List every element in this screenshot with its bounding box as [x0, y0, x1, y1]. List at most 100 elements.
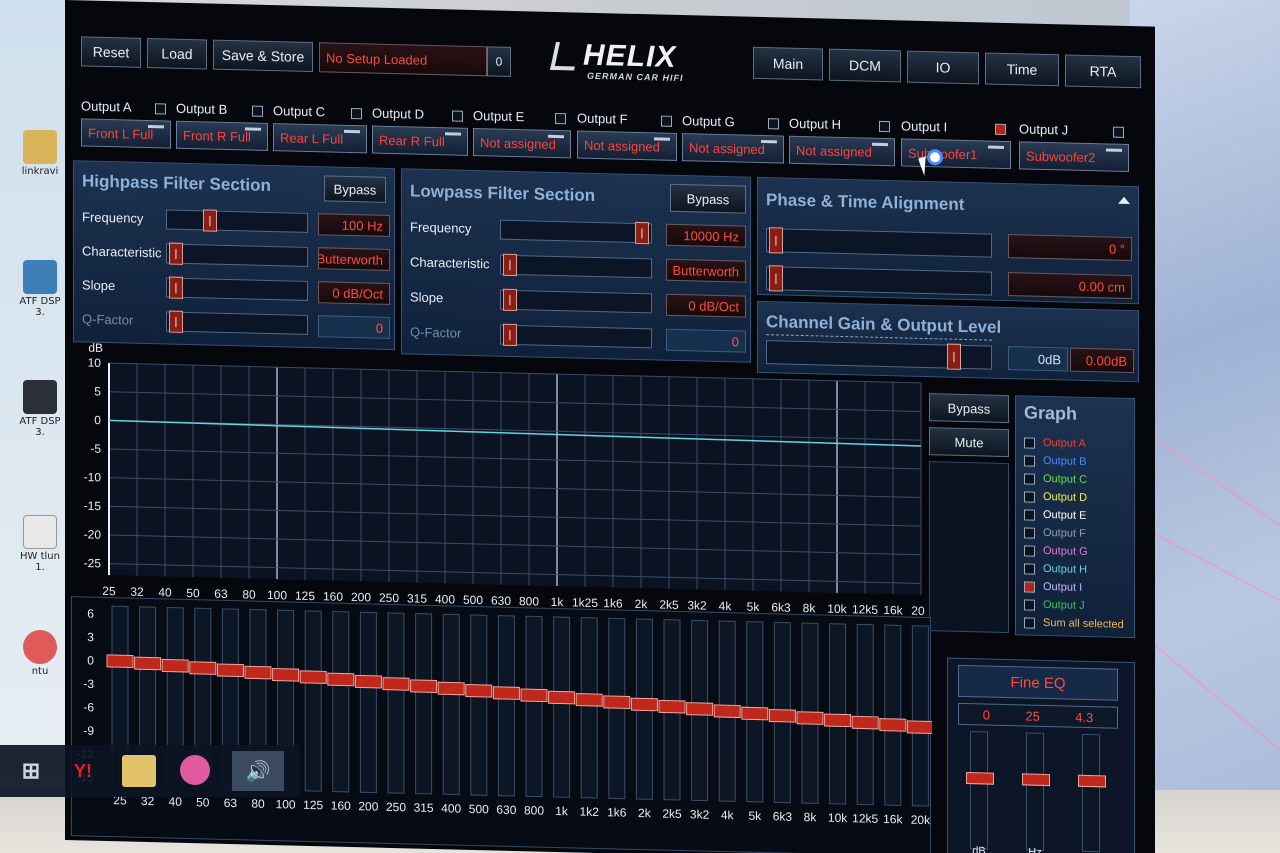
highpass-slope-slider[interactable]: ❘	[166, 276, 308, 301]
fine-eq-q-value[interactable]: 4.3	[1075, 709, 1093, 724]
desktop-icon-3[interactable]: ATF DSP 3.	[18, 380, 62, 438]
output-assignment-f[interactable]: Not assigned	[577, 130, 677, 161]
desktop-icon-2[interactable]: ATF DSP 3.	[18, 260, 62, 318]
nav-main-button[interactable]: Main	[753, 46, 823, 81]
eq-fader-track[interactable]	[332, 611, 350, 793]
eq-fader-knob[interactable]	[796, 711, 824, 725]
output-assignment-d[interactable]: Rear R Full	[372, 125, 468, 156]
eq-fader-knob[interactable]	[161, 658, 189, 673]
lowpass-qfactor-value[interactable]: 0	[666, 328, 746, 353]
eq-fader-track[interactable]	[442, 613, 460, 796]
desktop-icon-5[interactable]: ntu	[18, 630, 62, 677]
graph-bypass-button[interactable]: Bypass	[929, 393, 1009, 424]
eq-fader-knob[interactable]	[272, 668, 300, 682]
eq-fader-knob[interactable]	[824, 713, 852, 728]
eq-fader-track[interactable]	[497, 615, 515, 797]
output-checkbox-h[interactable]	[879, 120, 890, 133]
lowpass-qfactor-slider[interactable]: ❘	[500, 323, 652, 349]
output-checkbox-i[interactable]	[995, 123, 1006, 135]
collapse-arrow-icon[interactable]	[1118, 196, 1130, 205]
eq-fader-knob[interactable]	[768, 708, 796, 723]
output-checkbox-f[interactable]	[661, 115, 672, 127]
legend-checkbox[interactable]	[1024, 473, 1035, 485]
eq-fader-knob[interactable]	[548, 690, 576, 705]
slider-knob[interactable]: ❘	[635, 221, 649, 245]
slider-knob[interactable]: ❘	[503, 323, 517, 347]
phase-slider[interactable]: ❘	[766, 227, 992, 258]
eq-fader-track[interactable]	[470, 614, 488, 796]
lowpass-frequency-value[interactable]: 10000 Hz	[666, 223, 746, 248]
eq-fader-knob[interactable]	[713, 704, 741, 719]
slider-knob[interactable]: ❘	[769, 227, 783, 254]
fine-eq-gain-value[interactable]: 0	[983, 707, 990, 722]
highpass-characteristic-value[interactable]: Butterworth	[318, 247, 390, 271]
legend-item[interactable]: Output F	[1024, 526, 1086, 540]
legend-item[interactable]: Output J	[1024, 598, 1085, 612]
fine-eq-gain-fader[interactable]	[966, 731, 994, 850]
eq-fader-track[interactable]	[387, 612, 405, 794]
itunes-icon[interactable]	[180, 755, 210, 785]
output-assignment-j[interactable]: Subwoofer2	[1019, 141, 1129, 173]
legend-item[interactable]: Output H	[1024, 562, 1087, 576]
graph-mute-button[interactable]: Mute	[929, 427, 1009, 458]
legend-item[interactable]: Sum all selected	[1024, 616, 1124, 631]
output-assignment-g[interactable]: Not assigned	[682, 133, 784, 164]
eq-fader-knob[interactable]	[686, 702, 714, 716]
fader-knob[interactable]	[966, 772, 994, 785]
fine-eq-freq-value[interactable]: 25	[1025, 708, 1039, 723]
highpass-frequency-slider[interactable]: ❘	[166, 209, 308, 233]
desktop-icon-1[interactable]: linkravi	[18, 130, 62, 177]
eq-fader-knob[interactable]	[354, 674, 382, 689]
lowpass-bypass-button[interactable]: Bypass	[670, 183, 746, 214]
output-checkbox-b[interactable]	[252, 105, 263, 117]
reset-button[interactable]: Reset	[81, 36, 141, 68]
eq-fader-track[interactable]	[359, 611, 377, 794]
highpass-qfactor-slider[interactable]: ❘	[166, 310, 308, 335]
time-value[interactable]: 0.00 cm	[1008, 272, 1132, 300]
file-explorer-icon[interactable]	[122, 755, 156, 787]
eq-fader-knob[interactable]	[630, 697, 658, 712]
slider-knob[interactable]: ❘	[769, 265, 783, 292]
fader-knob[interactable]	[1022, 773, 1050, 787]
eq-fader-knob[interactable]	[134, 656, 162, 671]
legend-item[interactable]: Output B	[1024, 454, 1086, 468]
eq-fader-knob[interactable]	[520, 688, 548, 703]
lowpass-characteristic-value[interactable]: Butterworth	[666, 258, 746, 283]
legend-item[interactable]: Output G	[1024, 544, 1088, 558]
output-checkbox-c[interactable]	[351, 107, 362, 120]
legend-item[interactable]: Output A	[1024, 436, 1086, 450]
eq-fader-knob[interactable]	[741, 706, 769, 721]
eq-fader-knob[interactable]	[327, 672, 355, 687]
eq-fader-knob[interactable]	[492, 686, 520, 700]
legend-item[interactable]: Output I	[1024, 580, 1082, 594]
speaker-app-taskbar-icon[interactable]: 🔊	[232, 751, 284, 791]
output-assignment-e[interactable]: Not assigned	[473, 127, 571, 159]
eq-fader-track[interactable]	[911, 625, 929, 807]
legend-checkbox[interactable]	[1024, 563, 1035, 575]
eq-fader-knob[interactable]	[575, 693, 603, 707]
highpass-characteristic-slider[interactable]: ❘	[166, 242, 308, 267]
eq-fader-knob[interactable]	[216, 663, 244, 678]
output-checkbox-g[interactable]	[768, 118, 779, 130]
nav-dcm-button[interactable]: DCM	[829, 48, 901, 83]
eq-fader-knob[interactable]	[658, 699, 686, 714]
legend-checkbox[interactable]	[1024, 581, 1035, 593]
eq-fader-track[interactable]	[580, 617, 598, 799]
eq-fader-knob[interactable]	[851, 715, 879, 730]
legend-checkbox[interactable]	[1024, 617, 1035, 629]
slider-knob[interactable]: ❘	[169, 242, 183, 265]
eq-fader-knob[interactable]	[906, 720, 932, 734]
fine-eq-title[interactable]: Fine EQ	[958, 664, 1118, 701]
highpass-bypass-button[interactable]: Bypass	[324, 175, 386, 203]
slider-knob[interactable]: ❘	[169, 310, 183, 333]
highpass-slope-value[interactable]: 0 dB/Oct	[318, 281, 390, 305]
legend-checkbox[interactable]	[1024, 545, 1035, 557]
legend-checkbox[interactable]	[1024, 437, 1035, 449]
eq-fader-knob[interactable]	[410, 679, 438, 694]
desktop-icon-4[interactable]: HW tlun 1.	[18, 515, 62, 573]
save-store-button[interactable]: Save & Store	[213, 39, 313, 73]
eq-fader-track[interactable]	[304, 610, 322, 792]
fader-knob[interactable]	[1078, 774, 1106, 788]
eq-fader-track[interactable]	[553, 616, 571, 798]
windows-start-icon[interactable]: ⊞	[14, 755, 48, 787]
